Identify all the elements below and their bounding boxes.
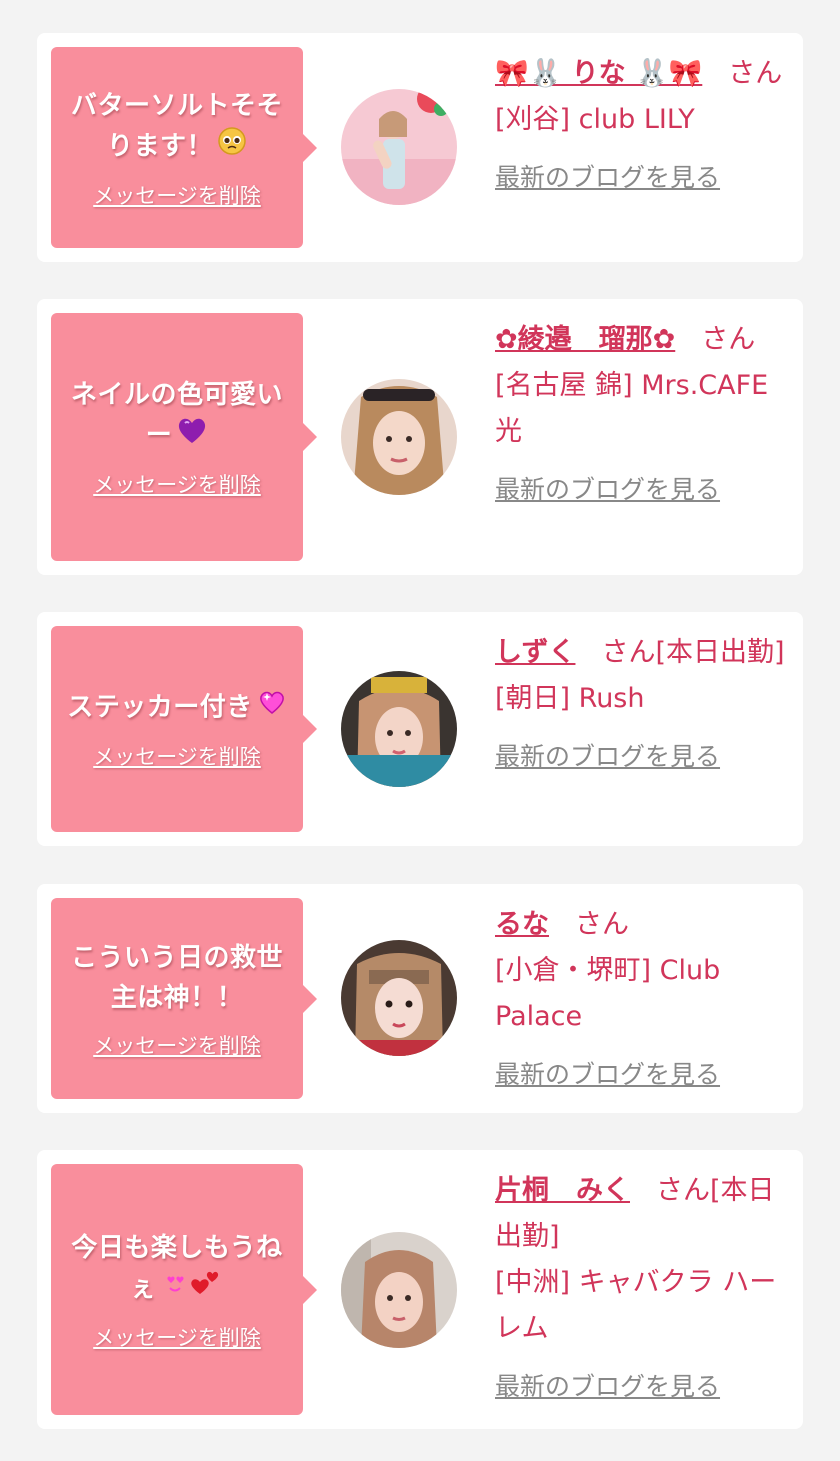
- name-suffix: さん[本日出勤]: [601, 637, 785, 668]
- message-bubble: ネイルの色可愛いー メッセージを削除: [51, 313, 317, 561]
- cast-info: しずく さん[本日出勤] [朝日] Rush 最新のブログを見る: [495, 630, 791, 780]
- message-card: 今日も楽しもうねぇ メッセージを削除 片桐 みく さん[本日出勤] [中洲] キャ…: [37, 1150, 803, 1429]
- avatar[interactable]: [341, 89, 457, 205]
- avatar[interactable]: [341, 940, 457, 1056]
- heart-eyes-and-hearts-icon: [160, 1268, 224, 1310]
- delete-message-link[interactable]: メッセージを削除: [93, 469, 261, 499]
- message-text: ネイルの色可愛いー: [63, 375, 291, 457]
- message-text: 今日も楽しもうねぇ: [63, 1228, 291, 1310]
- delete-message-link[interactable]: メッセージを削除: [93, 180, 261, 210]
- shop-label: [朝日] Rush: [495, 683, 645, 714]
- cast-info: るな さん [小倉・堺町] Club Palace 最新のブログを見る: [495, 902, 791, 1098]
- avatar[interactable]: [341, 671, 457, 787]
- message-bubble: こういう日の救世主は神！！ メッセージを削除: [51, 898, 317, 1099]
- name-line: 🎀🐰 りな 🐰🎀 さん: [495, 51, 791, 97]
- cast-name-link[interactable]: 🎀🐰 りな 🐰🎀: [495, 58, 702, 89]
- message-text: こういう日の救世主は神！！: [70, 942, 283, 1013]
- shop-label: [中洲] キャバクラ ハーレム: [495, 1267, 777, 1344]
- cast-name-link[interactable]: 片桐 みく: [495, 1175, 630, 1206]
- latest-blog-link[interactable]: 最新のブログを見る: [495, 1364, 720, 1410]
- shop-label: [刈谷] club LILY: [495, 104, 695, 135]
- latest-blog-link[interactable]: 最新のブログを見る: [495, 467, 720, 513]
- name-suffix: さん: [701, 324, 756, 355]
- delete-message-link[interactable]: メッセージを削除: [93, 741, 261, 771]
- delete-message-link[interactable]: メッセージを削除: [93, 1030, 261, 1060]
- name-line: 片桐 みく さん[本日出勤]: [495, 1168, 791, 1260]
- cast-name-link[interactable]: しずく: [495, 637, 575, 668]
- message-card: バターソルトそそります！ メッセージを削除 🎀🐰 りな 🐰🎀 さん [刈谷] cl…: [37, 33, 803, 262]
- cast-name-link[interactable]: ✿綾邉 瑠那✿: [495, 324, 675, 355]
- message-card: ステッカー付き メッセージを削除 しずく さん[本日出勤] [朝日] Rush 最…: [37, 612, 803, 846]
- cast-info: ✿綾邉 瑠那✿ さん [名古屋 錦] Mrs.CAFE 光 最新のブログを見る: [495, 317, 791, 513]
- message-card: こういう日の救世主は神！！ メッセージを削除 るな さん [小倉・堺町] Club…: [37, 884, 803, 1113]
- message-bubble: バターソルトそそります！ メッセージを削除: [51, 47, 317, 248]
- latest-blog-link[interactable]: 最新のブログを見る: [495, 1052, 720, 1098]
- name-line: しずく さん[本日出勤]: [495, 630, 791, 676]
- message-bubble: 今日も楽しもうねぇ メッセージを削除: [51, 1164, 317, 1415]
- cast-name-link[interactable]: るな: [495, 909, 549, 940]
- shop-label: [小倉・堺町] Club Palace: [495, 955, 721, 1032]
- pleading-face-icon: [217, 126, 247, 168]
- sparkling-heart-icon: [257, 687, 287, 729]
- avatar[interactable]: [341, 1232, 457, 1348]
- purple-heart-icon: [176, 415, 208, 457]
- name-line: ✿綾邉 瑠那✿ さん: [495, 317, 791, 363]
- cast-info: 片桐 みく さん[本日出勤] [中洲] キャバクラ ハーレム 最新のブログを見る: [495, 1168, 791, 1410]
- cast-info: 🎀🐰 りな 🐰🎀 さん [刈谷] club LILY 最新のブログを見る: [495, 51, 791, 201]
- message-text: バターソルトそそります！: [63, 86, 291, 168]
- latest-blog-link[interactable]: 最新のブログを見る: [495, 734, 720, 780]
- name-suffix: さん: [728, 58, 783, 89]
- name-line: るな さん: [495, 902, 791, 948]
- message-list: バターソルトそそります！ メッセージを削除 🎀🐰 りな 🐰🎀 さん [刈谷] cl…: [0, 0, 840, 1461]
- shop-label: [名古屋 錦] Mrs.CAFE 光: [495, 370, 769, 447]
- avatar[interactable]: [341, 379, 457, 495]
- latest-blog-link[interactable]: 最新のブログを見る: [495, 155, 720, 201]
- message-card: ネイルの色可愛いー メッセージを削除 ✿綾邉 瑠那✿ さん [名古屋 錦] Mrs…: [37, 299, 803, 575]
- message-text: ステッカー付き: [67, 687, 287, 729]
- message-bubble: ステッカー付き メッセージを削除: [51, 626, 317, 832]
- name-suffix: さん: [575, 909, 629, 940]
- delete-message-link[interactable]: メッセージを削除: [93, 1322, 261, 1352]
